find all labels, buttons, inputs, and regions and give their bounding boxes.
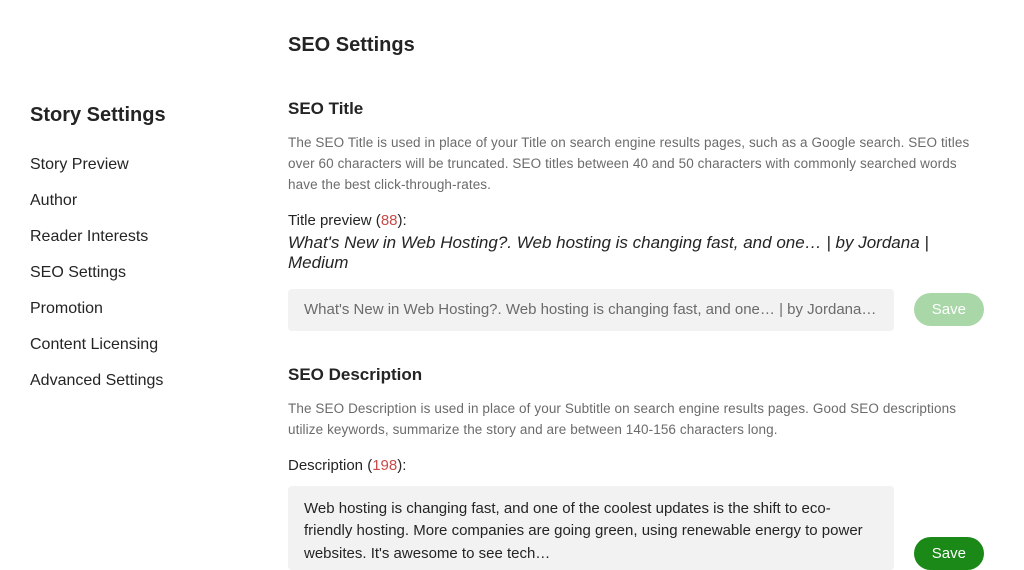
seo-description-preview-label: Description (198): xyxy=(288,457,984,474)
sidebar-heading: Story Settings xyxy=(30,104,258,127)
page-title: SEO Settings xyxy=(288,34,984,57)
seo-description-char-count: 198 xyxy=(372,457,397,474)
seo-title-save-button[interactable]: Save xyxy=(914,293,984,326)
seo-title-heading: SEO Title xyxy=(288,99,984,119)
sidebar-item-content-licensing[interactable]: Content Licensing xyxy=(30,327,258,363)
main-content: SEO Settings SEO Title The SEO Title is … xyxy=(288,0,1024,570)
sidebar-item-story-preview[interactable]: Story Preview xyxy=(30,147,258,183)
seo-description-section: SEO Description The SEO Description is u… xyxy=(288,365,984,570)
sidebar-item-advanced-settings[interactable]: Advanced Settings xyxy=(30,363,258,399)
sidebar-item-promotion[interactable]: Promotion xyxy=(30,291,258,327)
sidebar-list: Story Preview Author Reader Interests SE… xyxy=(30,147,258,399)
seo-title-preview-label: Title preview (88): xyxy=(288,212,984,229)
sidebar-item-author[interactable]: Author xyxy=(30,183,258,219)
seo-title-input[interactable] xyxy=(288,289,894,331)
seo-title-help: The SEO Title is used in place of your T… xyxy=(288,133,984,196)
sidebar: Story Settings Story Preview Author Read… xyxy=(0,0,288,570)
seo-title-preview-text: What's New in Web Hosting?. Web hosting … xyxy=(288,233,984,273)
sidebar-item-reader-interests[interactable]: Reader Interests xyxy=(30,219,258,255)
seo-description-heading: SEO Description xyxy=(288,365,984,385)
seo-description-save-button[interactable]: Save xyxy=(914,537,984,570)
seo-description-input[interactable] xyxy=(288,486,894,570)
seo-title-char-count: 88 xyxy=(381,212,398,229)
seo-title-section: SEO Title The SEO Title is used in place… xyxy=(288,99,984,331)
seo-description-help: The SEO Description is used in place of … xyxy=(288,399,984,441)
sidebar-item-seo-settings[interactable]: SEO Settings xyxy=(30,255,258,291)
